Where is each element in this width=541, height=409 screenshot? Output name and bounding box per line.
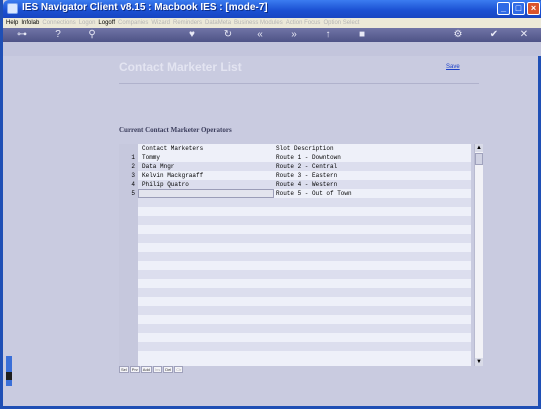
window-title: IES Navigator Client v8.15 : Macbook IES…: [22, 2, 268, 13]
app-icon: [7, 3, 18, 14]
marketer-cell[interactable]: Philip Quatro: [142, 180, 272, 189]
sub-band: [3, 42, 541, 56]
prv-button[interactable]: Prv: [129, 366, 140, 373]
maximize-button[interactable]: □: [512, 2, 525, 15]
row-number: 4: [131, 181, 135, 188]
grid-action-buttons: Sel Prv Add Ins Del Clr: [119, 366, 184, 374]
table-row[interactable]: Kelvin Mackgraaff Route 3 - Eastern: [138, 171, 471, 180]
del-button[interactable]: Del: [163, 366, 174, 373]
marketer-cell[interactable]: Tommy: [142, 153, 272, 162]
marketer-cell[interactable]: [142, 189, 272, 198]
menu-item-reminders: Reminders: [173, 20, 203, 26]
grid-header: Contact Marketers Slot Description: [138, 144, 471, 153]
forward-icon[interactable]: »: [287, 29, 301, 41]
side-indicator: [6, 356, 12, 386]
row-stripe: [138, 234, 471, 243]
menu-item-logon: Logon: [78, 20, 96, 26]
row-number: 2: [131, 163, 135, 170]
row-stripe: [138, 270, 471, 279]
back-icon[interactable]: «: [253, 29, 267, 41]
add-button[interactable]: Add: [140, 366, 152, 373]
row-stripe: [138, 252, 471, 261]
exit-icon[interactable]: ✕: [517, 29, 531, 41]
title-bar: IES Navigator Client v8.15 : Macbook IES…: [3, 0, 541, 18]
row-stripe: [138, 216, 471, 225]
slot-description-cell[interactable]: Route 2 - Central: [276, 162, 466, 171]
slot-description-cell[interactable]: Route 1 - Downtown: [276, 153, 466, 162]
row-number: 5: [131, 190, 135, 197]
menu-item-connections: Connections: [42, 20, 76, 26]
menu-item-datameta: DataMeta: [205, 20, 232, 26]
check-icon[interactable]: ✔: [487, 29, 501, 41]
menu-item-infolab[interactable]: Infolab: [21, 20, 39, 26]
save-link[interactable]: Save: [446, 64, 460, 70]
menu-item-wizard: Wizard: [151, 20, 171, 26]
menu-item-companies: Companies: [117, 20, 149, 26]
row-stripe: [138, 198, 471, 207]
section-title: Current Contact Marketer Operators: [119, 126, 232, 134]
scroll-down-icon[interactable]: ▼: [475, 358, 483, 366]
menu-item-help[interactable]: Help: [6, 20, 18, 26]
search-icon[interactable]: ⚲: [85, 29, 99, 41]
table-row[interactable]: Data Mngr Route 2 - Central: [138, 162, 471, 171]
col-header-marketers: Contact Marketers: [142, 145, 204, 152]
scroll-up-icon[interactable]: ▲: [475, 144, 483, 152]
menu-item-action-focus: Action Focus: [285, 20, 321, 26]
heart-icon[interactable]: ♥: [185, 29, 199, 41]
row-stripe: [138, 306, 471, 315]
menu-item-logoff[interactable]: Logoff: [98, 20, 115, 26]
vertical-scrollbar[interactable]: ▲ ▼: [474, 144, 483, 366]
row-stripe: [138, 288, 471, 297]
clr-button: Clr: [174, 366, 184, 373]
minimize-button[interactable]: _: [497, 2, 510, 15]
marketer-cell[interactable]: Data Mngr: [142, 162, 272, 171]
marketer-cell[interactable]: Kelvin Mackgraaff: [142, 171, 272, 180]
side-indicator-dark: [6, 372, 12, 380]
row-stripe: [138, 324, 471, 333]
settings-icon[interactable]: ⚙: [451, 29, 465, 41]
table-row[interactable]: Philip Quatro Route 4 - Western: [138, 180, 471, 189]
slot-description-cell[interactable]: Route 3 - Eastern: [276, 171, 466, 180]
help-icon[interactable]: ?: [51, 29, 65, 41]
sel-button[interactable]: Sel: [119, 366, 129, 373]
menu-item-option-select: Option Select: [323, 20, 360, 26]
slot-description-cell[interactable]: Route 5 - Out of Town: [276, 189, 466, 198]
up-icon[interactable]: ↑: [321, 29, 335, 41]
ins-button: Ins: [152, 366, 163, 373]
menu-item-business-modules: Business Modules: [234, 20, 283, 26]
marketer-grid: Contact Marketers Slot Description 1 Tomm…: [119, 144, 471, 366]
title-divider: [119, 83, 479, 84]
col-header-slot: Slot Description: [276, 145, 334, 152]
table-row[interactable]: Tommy Route 1 - Downtown: [138, 153, 471, 162]
app-window: IES Navigator Client v8.15 : Macbook IES…: [0, 0, 541, 409]
row-number: 3: [131, 172, 135, 179]
scroll-thumb[interactable]: [475, 153, 483, 165]
row-number: 1: [131, 154, 135, 161]
key-icon[interactable]: ⊶: [9, 29, 35, 41]
slot-description-cell[interactable]: Route 4 - Western: [276, 180, 466, 189]
close-button[interactable]: ×: [527, 2, 540, 15]
square-icon[interactable]: ■: [355, 29, 369, 41]
table-row[interactable]: Route 5 - Out of Town: [138, 189, 471, 198]
row-stripe: [138, 342, 471, 351]
menu-bar: Help Infolab Connections Logon Logoff Compani…: [3, 18, 541, 28]
refresh-icon[interactable]: ↻: [221, 29, 235, 41]
toolbar: ⊶ ? ⚲ ♥ ↻ « » ↑ ■ ⚙ ✔ ✕: [3, 28, 541, 42]
page-title: Contact Marketer List: [119, 60, 242, 74]
